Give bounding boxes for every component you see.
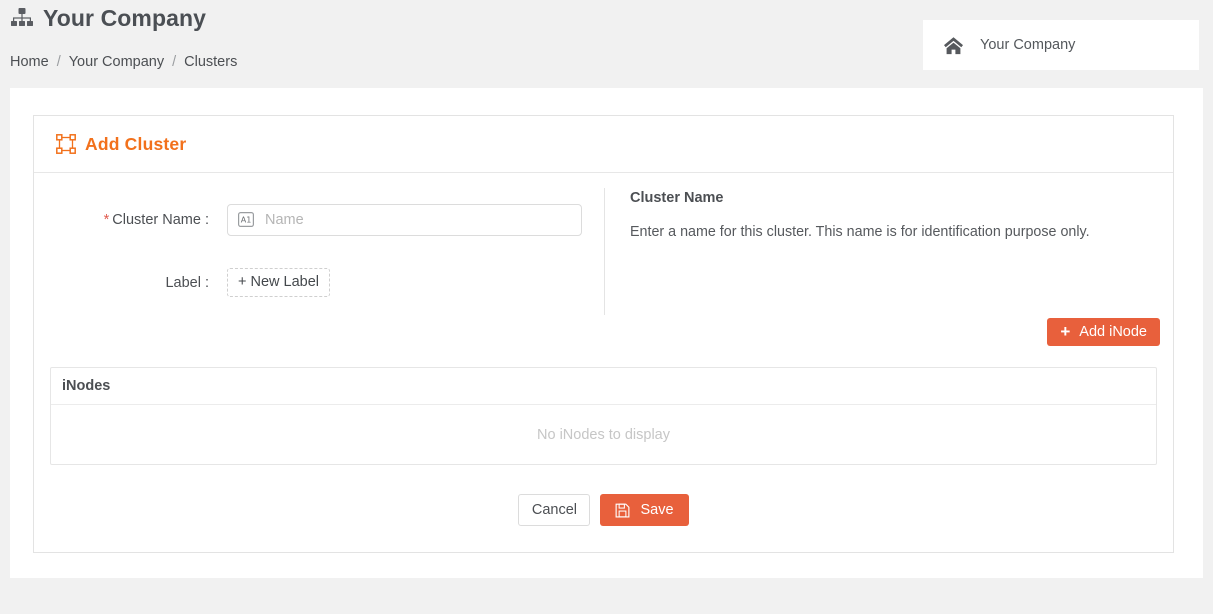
cluster-name-input-wrap: A1 [227, 204, 582, 236]
help-panel: Cluster Name Enter a name for this clust… [630, 190, 1150, 241]
company-card[interactable]: Your Company [923, 20, 1199, 70]
cancel-button[interactable]: Cancel [518, 494, 591, 526]
breadcrumb-separator-2: / [172, 54, 177, 70]
inodes-column-header: iNodes [62, 378, 111, 394]
form-row-cluster-name: * Cluster Name : A1 [34, 204, 582, 236]
add-inode-button-label: Add iNode [1079, 324, 1147, 340]
cluster-name-label: * Cluster Name : [34, 212, 227, 228]
cluster-name-input[interactable] [227, 204, 582, 236]
add-cluster-panel: Add Cluster * Cluster Name : A1 Name Lab… [33, 115, 1174, 553]
add-inode-button[interactable]: + Add iNode [1047, 318, 1160, 346]
inodes-table-header: iNodes [51, 368, 1156, 405]
cluster-form: *Cluster Name : A1 Label : [34, 173, 1173, 318]
panel-body: *Cluster Name : A1 Label : [34, 173, 1173, 526]
object-group-icon [56, 134, 76, 154]
panel-title: Add Cluster [85, 133, 187, 154]
save-button-label: Save [640, 502, 674, 518]
breadcrumb-company[interactable]: Your Company [69, 54, 164, 70]
form-actions: Cancel Save [34, 494, 1173, 526]
brand: Your Company [10, 4, 206, 32]
breadcrumb-separator-1: / [56, 54, 61, 70]
content-container: Add Cluster * Cluster Name : A1 Name Lab… [10, 88, 1203, 578]
help-text: Enter a name for this cluster. This name… [630, 224, 1090, 240]
floppy-save-icon [615, 503, 630, 518]
new-label-button[interactable]: + New Label [227, 268, 331, 297]
breadcrumb: Home / Your Company / Clusters [10, 54, 237, 70]
page-title: Your Company [43, 5, 207, 31]
inodes-table: iNodes No iNodes to display [50, 367, 1157, 465]
required-marker: * [103, 212, 110, 228]
help-title: Cluster Name [630, 190, 724, 206]
plus-icon: + [1060, 321, 1071, 341]
breadcrumb-current: Clusters [184, 54, 238, 70]
panel-header: Add Cluster [34, 116, 1173, 173]
form-row-label: Label : + New Label [34, 268, 331, 297]
save-button[interactable]: Save [600, 494, 689, 526]
add-inode-row: + Add iNode [34, 318, 1173, 358]
inodes-empty-message: No iNodes to display [537, 426, 670, 443]
label-field-label: Label : [165, 274, 209, 291]
home-icon [943, 36, 964, 55]
cluster-name-label-text: Cluster Name : [112, 212, 209, 228]
sitemap-icon [10, 6, 34, 30]
breadcrumb-home[interactable]: Home [10, 54, 49, 70]
page-header: Your Company Home / Your Company / Clust… [0, 0, 1213, 88]
form-help-divider [604, 188, 605, 315]
company-card-label: Your Company [980, 37, 1076, 53]
